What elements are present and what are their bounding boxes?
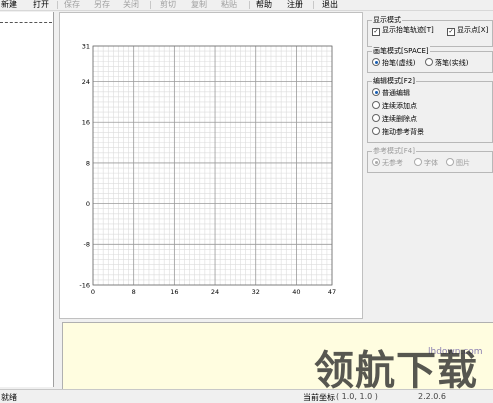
- menu-new[interactable]: 新建: [1, 0, 17, 10]
- watermark: lhdown.com 领航下载: [300, 343, 493, 394]
- y-tick-label: 24: [82, 78, 90, 86]
- x-tick-label: 24: [211, 288, 219, 296]
- drawing-canvas[interactable]: 0 8 16 24 32 40 47 31 24 16 8 0 -8 -16: [59, 12, 363, 319]
- menu-register[interactable]: 注册: [287, 0, 303, 10]
- menu-separator: [150, 1, 151, 9]
- menu-help[interactable]: 帮助: [256, 0, 272, 10]
- radio-icon: [372, 114, 380, 122]
- radio-icon: [372, 127, 380, 135]
- radio-selected-icon: [372, 158, 380, 166]
- menu-open[interactable]: 打开: [33, 0, 49, 10]
- x-tick-label: 47: [328, 288, 336, 296]
- radio-icon: [372, 101, 380, 109]
- glyph-list-panel[interactable]: [0, 12, 54, 387]
- y-tick-label: 31: [82, 42, 90, 50]
- menu-paste[interactable]: 粘贴: [221, 0, 237, 10]
- checkbox-checked-icon: ✓: [372, 28, 380, 36]
- x-tick-label: 40: [292, 288, 300, 296]
- edit-mode-title: 编辑模式[F2]: [372, 76, 416, 86]
- status-text: 就绪: [1, 393, 17, 402]
- pen-mode-title: 画笔模式[SPACE]: [372, 46, 430, 56]
- menu-separator: [313, 1, 314, 9]
- radio-icon: [446, 158, 454, 166]
- x-tick-label: 32: [252, 288, 260, 296]
- menu-bar: 新建 打开 保存 另存 关闭 剪切 复制 粘贴 帮助 注册 退出: [0, 0, 493, 11]
- pen-up-radio[interactable]: 抬笔(虚线): [372, 58, 415, 68]
- show-trace-checkbox[interactable]: ✓ 显示抬笔轨迹[T]: [372, 25, 434, 36]
- y-tick-label: -16: [79, 281, 90, 289]
- x-tick-label: 8: [132, 288, 136, 296]
- menu-separator: [249, 1, 250, 9]
- y-tick-label: -8: [84, 241, 90, 249]
- show-points-checkbox[interactable]: ✓ 显示点[X]: [447, 25, 488, 36]
- grid-chart[interactable]: 0 8 16 24 32 40 47 31 24 16 8 0 -8 -16: [60, 13, 362, 318]
- y-tick-label: 16: [82, 119, 90, 127]
- radio-icon: [414, 158, 422, 166]
- menu-copy[interactable]: 复制: [191, 0, 207, 10]
- options-panel: 显示模式 ✓ 显示抬笔轨迹[T] ✓ 显示点[X] 画笔模式[SPACE] 抬笔(虚…: [364, 12, 493, 322]
- menu-save[interactable]: 保存: [64, 0, 80, 10]
- ref-image-radio[interactable]: 图片: [446, 158, 470, 168]
- radio-selected-icon: [372, 88, 380, 96]
- ref-mode-group: 参考模式[F4] 无参考 字体 图片: [367, 146, 493, 173]
- edit-drag-background-radio[interactable]: 拖动参考背景: [372, 127, 424, 137]
- list-selection-outline: [0, 22, 52, 23]
- y-tick-label: 8: [86, 159, 90, 167]
- x-tick-label: 16: [170, 288, 178, 296]
- watermark-logo-text: 领航下载: [314, 348, 478, 394]
- menu-save-as[interactable]: 另存: [94, 0, 110, 10]
- display-mode-group: 显示模式 ✓ 显示抬笔轨迹[T] ✓ 显示点[X]: [367, 15, 493, 47]
- edit-mode-group: 编辑模式[F2] 普通编辑 连续添加点 连续删除点 拖动参考背景: [367, 76, 493, 143]
- menu-separator: [57, 1, 58, 9]
- radio-selected-icon: [372, 58, 380, 66]
- radio-icon: [425, 58, 433, 66]
- x-tick-label: 0: [91, 288, 95, 296]
- ref-mode-title: 参考模式[F4]: [372, 146, 416, 156]
- ref-font-radio[interactable]: 字体: [414, 158, 438, 168]
- menu-exit[interactable]: 退出: [322, 0, 338, 10]
- menu-cut[interactable]: 剪切: [160, 0, 176, 10]
- pen-down-radio[interactable]: 落笔(实线): [425, 58, 468, 68]
- menu-close[interactable]: 关闭: [123, 0, 139, 10]
- checkbox-checked-icon: ✓: [447, 28, 455, 36]
- pen-mode-group: 画笔模式[SPACE] 抬笔(虚线) 落笔(实线): [367, 46, 493, 73]
- ref-none-radio[interactable]: 无参考: [372, 158, 403, 168]
- edit-add-points-radio[interactable]: 连续添加点: [372, 101, 417, 111]
- edit-normal-radio[interactable]: 普通编辑: [372, 88, 410, 98]
- display-mode-title: 显示模式: [372, 15, 402, 25]
- edit-delete-points-radio[interactable]: 连续删除点: [372, 114, 417, 124]
- y-tick-label: 0: [86, 200, 90, 208]
